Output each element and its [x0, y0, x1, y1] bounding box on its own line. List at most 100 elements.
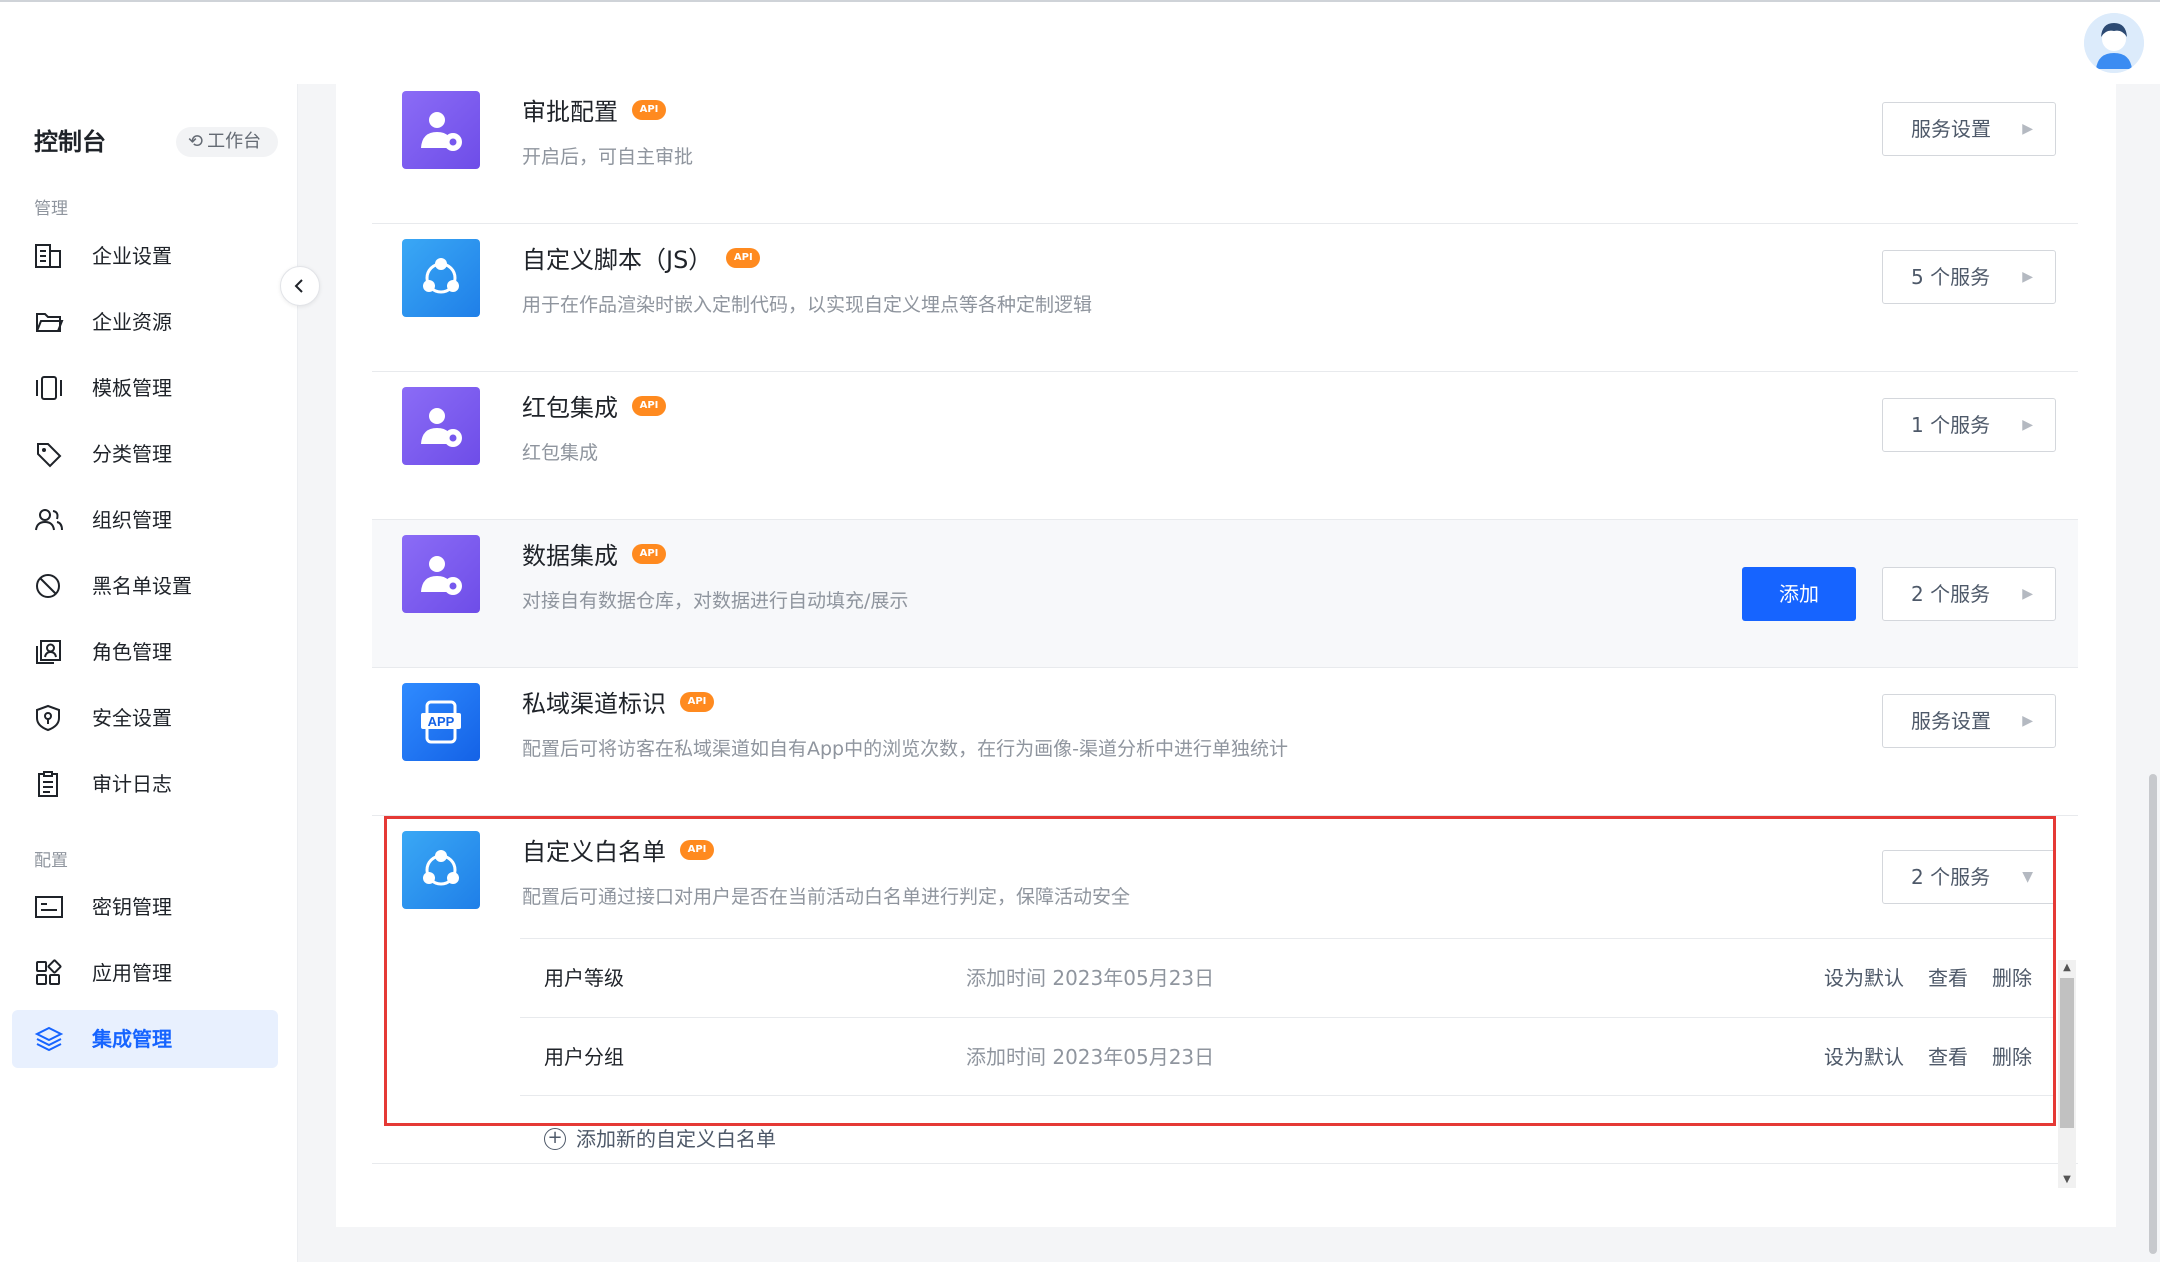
services-count-button[interactable]: 2 个服务 ▶: [1882, 567, 2056, 621]
api-badge: API: [680, 840, 714, 860]
sidebar-item-label: 安全设置: [92, 706, 172, 730]
users-icon: [35, 509, 63, 531]
api-badge: API: [726, 248, 761, 268]
sidebar-item-apps[interactable]: 应用管理: [12, 944, 278, 1002]
chevron-left-icon: [294, 279, 303, 293]
caret-right-icon: ▶: [2022, 713, 2033, 729]
ban-icon: [36, 574, 60, 598]
plus-circle-icon: +: [544, 1127, 566, 1150]
integration-name: 自定义脚本（JS） API: [522, 242, 761, 278]
sidebar-item-label: 应用管理: [92, 961, 172, 985]
sidebar-header: 控制台 ⟲ 工作台: [34, 122, 284, 162]
top-bar: [0, 0, 2160, 84]
service-settings-button[interactable]: 服务设置 ▶: [1882, 694, 2056, 748]
sidebar-item-label: 模板管理: [92, 376, 172, 400]
integration-desc: 配置后可通过接口对用户是否在当前活动白名单进行判定，保障活动安全: [522, 886, 1131, 908]
caret-right-icon: ▶: [2022, 417, 2033, 433]
entry-actions: 设为默认 查看 删除: [1800, 1018, 2032, 1097]
integration-name: 红包集成 API: [522, 390, 666, 426]
set-default-link[interactable]: 设为默认: [1824, 966, 1904, 990]
apps-icon: [36, 959, 62, 985]
collapse-sidebar-button[interactable]: [280, 266, 320, 306]
view-link[interactable]: 查看: [1928, 1045, 1968, 1069]
share-nodes-icon: [402, 239, 480, 317]
tag-icon: [37, 443, 62, 468]
user-settings-icon: [402, 387, 480, 465]
sidebar-item-audit-log[interactable]: 审计日志: [12, 755, 278, 813]
add-new-whitelist-link[interactable]: + 添加新的自定义白名单: [544, 1124, 776, 1154]
sidebar-item-blacklist[interactable]: 黑名单设置: [12, 557, 278, 615]
role-icon: [36, 640, 61, 664]
workbench-switch[interactable]: ⟲ 工作台: [176, 127, 278, 157]
section-manage: 管理: [34, 199, 68, 219]
scroll-thumb[interactable]: [2060, 978, 2074, 1128]
sidebar-item-label: 审计日志: [92, 772, 172, 796]
sidebar-item-label: 分类管理: [92, 442, 172, 466]
integration-desc: 红包集成: [522, 442, 599, 464]
sidebar-item-label: 黑名单设置: [92, 574, 192, 598]
api-badge: API: [632, 544, 666, 564]
delete-link[interactable]: 删除: [1992, 966, 2032, 990]
integration-row: 数据集成 API 对接自有数据仓库，对数据进行自动填充/展示 添加 2 个服务 ▶: [372, 520, 2078, 668]
caret-down-icon: ▼: [2022, 869, 2033, 885]
user-settings-icon: [402, 535, 480, 613]
view-link[interactable]: 查看: [1928, 966, 1968, 990]
integration-name: 数据集成 API: [522, 538, 666, 574]
sidebar-item-label: 角色管理: [92, 640, 172, 664]
caret-right-icon: ▶: [2022, 121, 2033, 137]
services-count-dropdown[interactable]: 2 个服务 ▼: [1882, 850, 2056, 904]
sidebar-item-label: 组织管理: [92, 508, 172, 532]
user-avatar[interactable]: [2084, 13, 2144, 73]
add-button[interactable]: 添加: [1742, 567, 1856, 621]
caret-right-icon: ▶: [2022, 586, 2033, 602]
sidebar-item-roles[interactable]: 角色管理: [12, 623, 278, 681]
avatar-icon: [2084, 13, 2144, 73]
services-count-button[interactable]: 5 个服务 ▶: [1882, 250, 2056, 304]
integration-row: APP 私域渠道标识 API 配置后可将访客在私域渠道如自有App中的浏览次数，在…: [372, 668, 2078, 816]
integration-desc: 配置后可将访客在私域渠道如自有App中的浏览次数，在行为画像-渠道分析中进行单独…: [522, 738, 1288, 760]
integration-name: 审批配置 API: [522, 94, 666, 130]
sidebar-item-security[interactable]: 安全设置: [12, 689, 278, 747]
sidebar-item-label: 密钥管理: [92, 895, 172, 919]
api-badge: API: [632, 100, 666, 120]
sidebar-item-enterprise-resources[interactable]: 企业资源: [12, 293, 278, 351]
whitelist-entry: 用户分组 添加时间 2023年05月23日 设为默认 查看 删除: [520, 1017, 2056, 1096]
whitelist-entry: 用户等级 添加时间 2023年05月23日 设为默认 查看 删除: [520, 938, 2056, 1017]
folder-icon: [36, 313, 64, 332]
integration-row: 红包集成 API 红包集成 1 个服务 ▶: [372, 372, 2078, 520]
sidebar: 控制台 ⟲ 工作台 管理 企业设置 企业资源 模板管理 分类管理 组织管理 黑名单…: [0, 84, 298, 1262]
scroll-up-arrow[interactable]: ▲: [2058, 960, 2076, 976]
svg-text:APP: APP: [428, 714, 455, 729]
service-settings-button[interactable]: 服务设置 ▶: [1882, 102, 2056, 156]
key-card-icon: [35, 896, 63, 918]
integration-row: 审批配置 API 开启后，可自主审批 服务设置 ▶: [372, 76, 2078, 224]
sidebar-item-template[interactable]: 模板管理: [12, 359, 278, 417]
entry-name: 用户等级: [544, 966, 624, 990]
workbench-label: 工作台: [207, 131, 262, 152]
shield-icon: [36, 704, 60, 732]
whitelist-section: 自定义白名单 API 配置后可通过接口对用户是否在当前活动白名单进行判定，保障活动…: [372, 816, 2078, 1164]
set-default-link[interactable]: 设为默认: [1824, 1045, 1904, 1069]
clipboard-icon: [38, 771, 58, 797]
sidebar-item-label: 企业设置: [92, 244, 172, 268]
inner-scrollbar[interactable]: ▲ ▼: [2058, 960, 2076, 1188]
services-count-button[interactable]: 1 个服务 ▶: [1882, 398, 2056, 452]
sidebar-item-label: 企业资源: [92, 310, 172, 334]
section-config: 配置: [34, 851, 68, 871]
integration-desc: 开启后，可自主审批: [522, 146, 694, 168]
page-scroll-thumb[interactable]: [2149, 774, 2157, 1254]
scroll-down-arrow[interactable]: ▼: [2058, 1172, 2076, 1188]
share-nodes-icon: [402, 831, 480, 909]
layers-icon: [34, 1026, 64, 1052]
page-scrollbar[interactable]: [2146, 84, 2160, 1262]
sidebar-item-organization[interactable]: 组织管理: [12, 491, 278, 549]
integration-list: 审批配置 API 开启后，可自主审批 服务设置 ▶ 自定义脚本（JS） API 用于在…: [336, 84, 2116, 1227]
sidebar-item-integrations[interactable]: 集成管理: [12, 1010, 278, 1068]
sidebar-item-enterprise-settings[interactable]: 企业设置: [12, 227, 278, 285]
sidebar-item-keys[interactable]: 密钥管理: [12, 878, 278, 936]
sidebar-item-category[interactable]: 分类管理: [12, 425, 278, 483]
delete-link[interactable]: 删除: [1992, 1045, 2032, 1069]
user-settings-icon: [402, 91, 480, 169]
entry-time: 添加时间 2023年05月23日: [966, 966, 1215, 990]
entry-name: 用户分组: [544, 1045, 624, 1069]
